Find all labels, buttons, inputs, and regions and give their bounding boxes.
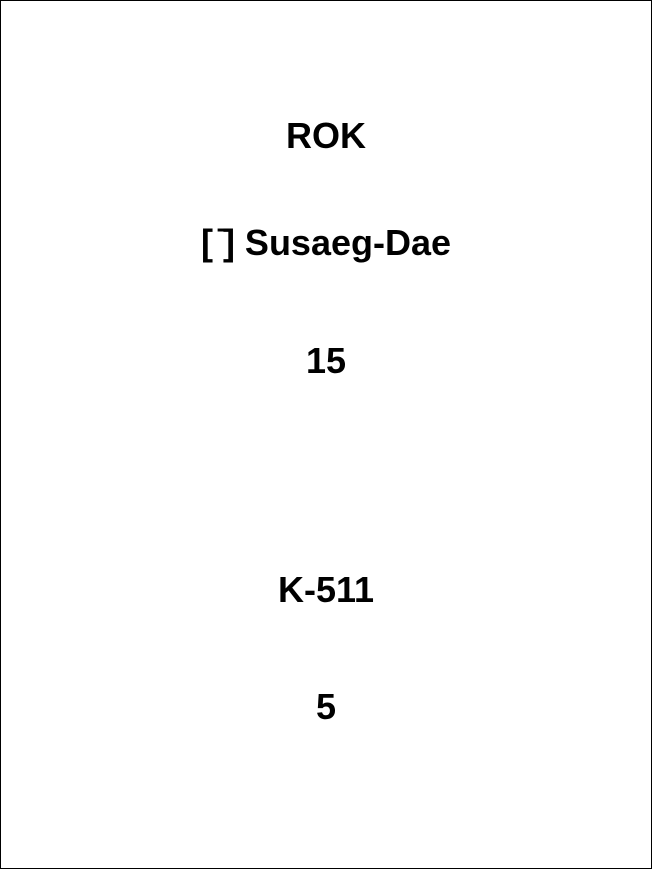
line-code: K-511 [277,569,375,610]
line-number-1: 15 [305,340,347,381]
line-name: [ ̄] Susaeg-Dae [200,222,452,263]
line-number-2: 5 [315,686,337,727]
card: ROK [ ̄] Susaeg-Dae 15 K-511 5 [0,0,652,869]
line-country: ROK [286,115,366,156]
